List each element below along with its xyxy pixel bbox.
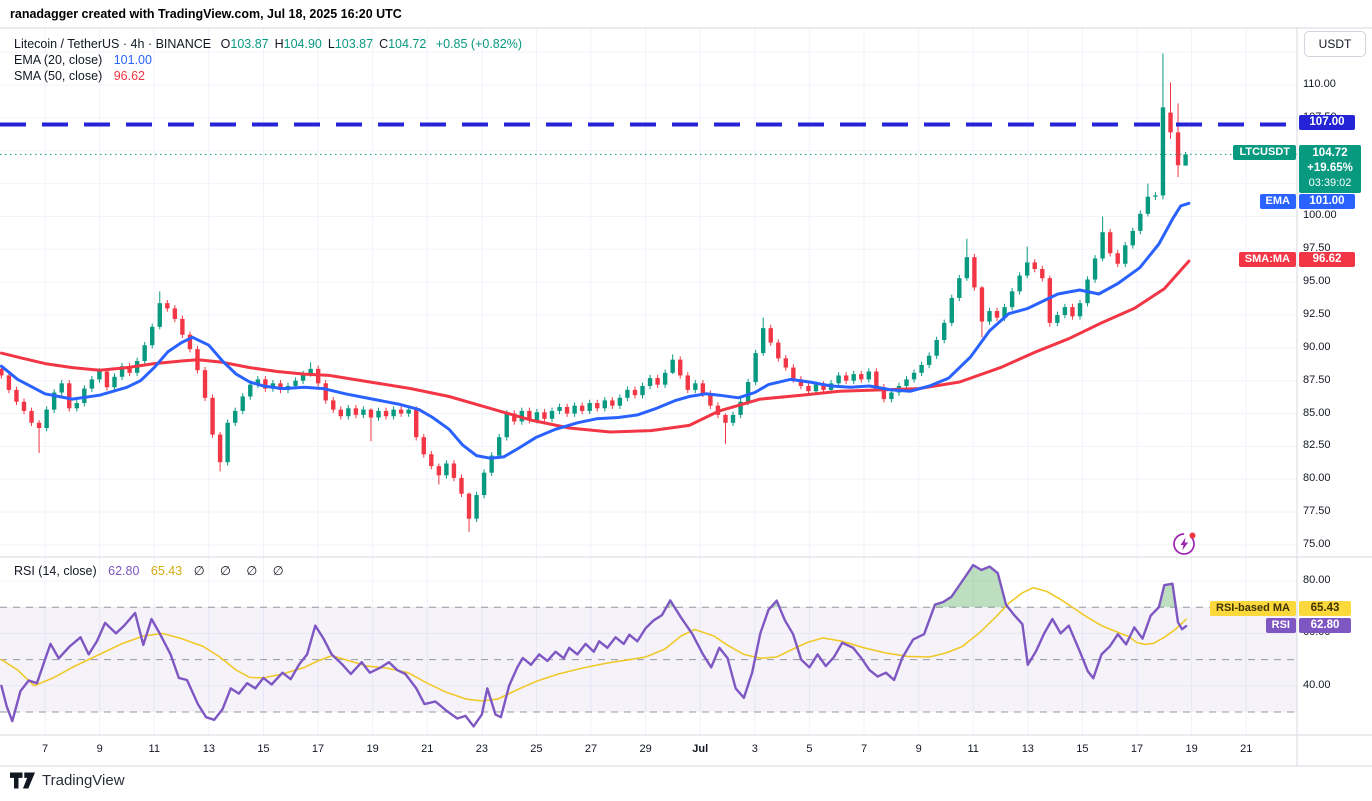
time-tick: 27 — [569, 743, 613, 755]
ema-value: 101.00 — [114, 53, 152, 67]
rsi-line-tag: RSI — [1266, 618, 1296, 633]
time-tick: 13 — [1006, 743, 1050, 755]
price-tick: 77.50 — [1303, 505, 1331, 517]
time-tick: 21 — [405, 743, 449, 755]
time-tick: 21 — [1224, 743, 1268, 755]
rsi-value: 62.80 — [108, 564, 139, 578]
rsi-ma-value-badge: 65.43 — [1299, 601, 1351, 616]
sma-value: 96.62 — [114, 69, 145, 83]
currency-unit-button[interactable]: USDT — [1304, 31, 1366, 57]
ema-price-badge: 101.00 — [1299, 194, 1355, 209]
symbol-price-tag: LTCUSDT — [1233, 145, 1296, 160]
time-tick: 5 — [787, 743, 831, 755]
time-tick: 25 — [514, 743, 558, 755]
time-tick: 11 — [132, 743, 176, 755]
sma-legend-row[interactable]: SMA (50, close) 96.62 — [14, 68, 522, 84]
rsi-legend-row[interactable]: RSI (14, close) 62.80 65.43 ∅ ∅ ∅ ∅ — [14, 563, 290, 578]
ema-label: EMA (20, close) — [14, 53, 102, 67]
price-tick: 75.00 — [1303, 538, 1331, 550]
rsi-value-badge: 62.80 — [1299, 618, 1351, 633]
rsi-ma-line-tag: RSI-based MA — [1210, 601, 1296, 616]
sma-price-badge: 96.62 — [1299, 252, 1355, 267]
tradingview-logo-icon — [10, 772, 35, 789]
quick-trade-lightning-button[interactable] — [1172, 531, 1197, 556]
change-value: +0.85 (+0.82%) — [436, 37, 522, 51]
rsi-empty-slots: ∅ ∅ ∅ ∅ — [194, 564, 290, 578]
price-tick: 90.00 — [1303, 341, 1331, 353]
tradingview-logo-text: TradingView — [42, 772, 125, 789]
exchange-label: BINANCE — [156, 37, 212, 51]
ema-legend-row[interactable]: EMA (20, close) 101.00 — [14, 52, 522, 68]
tradingview-chart-page: ranadagger created with TradingView.com,… — [0, 0, 1372, 801]
time-tick: 7 — [842, 743, 886, 755]
time-tick: 11 — [951, 743, 995, 755]
time-tick: 19 — [1170, 743, 1214, 755]
price-tick: 110.00 — [1303, 78, 1336, 90]
time-tick: 17 — [296, 743, 340, 755]
price-tick: 85.00 — [1303, 407, 1331, 419]
price-tick: 100.00 — [1303, 209, 1337, 221]
time-tick: 15 — [241, 743, 285, 755]
rsi-tick: 40.00 — [1303, 679, 1331, 691]
lightning-icon — [1172, 531, 1197, 556]
ema-line-tag: EMA — [1260, 194, 1296, 209]
sma-line-tag: SMA:MA — [1239, 252, 1296, 267]
resistance-price-badge: 107.00 — [1299, 115, 1355, 130]
time-tick: 17 — [1115, 743, 1159, 755]
price-tick: 80.00 — [1303, 472, 1331, 484]
main-legend[interactable]: Litecoin / TetherUS · 4h · BINANCE O103.… — [14, 36, 522, 84]
time-tick: 23 — [460, 743, 504, 755]
last-price-badge: 104.72+19.65%03:39:02 — [1299, 145, 1361, 193]
time-tick: 19 — [351, 743, 395, 755]
time-tick: 29 — [624, 743, 668, 755]
interval-label[interactable]: 4h — [131, 37, 145, 51]
price-tick: 92.50 — [1303, 308, 1331, 320]
symbol-title: Litecoin / TetherUS — [14, 37, 119, 51]
rsi-ma-value: 65.43 — [151, 564, 182, 578]
time-tick: 3 — [733, 743, 777, 755]
time-tick: 9 — [78, 743, 122, 755]
time-tick: 13 — [187, 743, 231, 755]
price-tick: 87.50 — [1303, 374, 1331, 386]
time-tick: 9 — [897, 743, 941, 755]
ohlc-values: O103.87H104.90L103.87C104.72 — [215, 37, 427, 51]
rsi-tick: 80.00 — [1303, 574, 1331, 586]
price-tick: 95.00 — [1303, 275, 1331, 287]
time-tick: 15 — [1060, 743, 1104, 755]
price-chart-canvas[interactable] — [0, 0, 1372, 801]
time-tick: Jul — [678, 743, 722, 755]
price-tick: 82.50 — [1303, 439, 1331, 451]
time-tick: 7 — [23, 743, 67, 755]
tradingview-logo[interactable]: TradingView — [10, 772, 125, 789]
rsi-label: RSI (14, close) — [14, 564, 97, 578]
symbol-row[interactable]: Litecoin / TetherUS · 4h · BINANCE O103.… — [14, 36, 522, 52]
sma-label: SMA (50, close) — [14, 69, 102, 83]
